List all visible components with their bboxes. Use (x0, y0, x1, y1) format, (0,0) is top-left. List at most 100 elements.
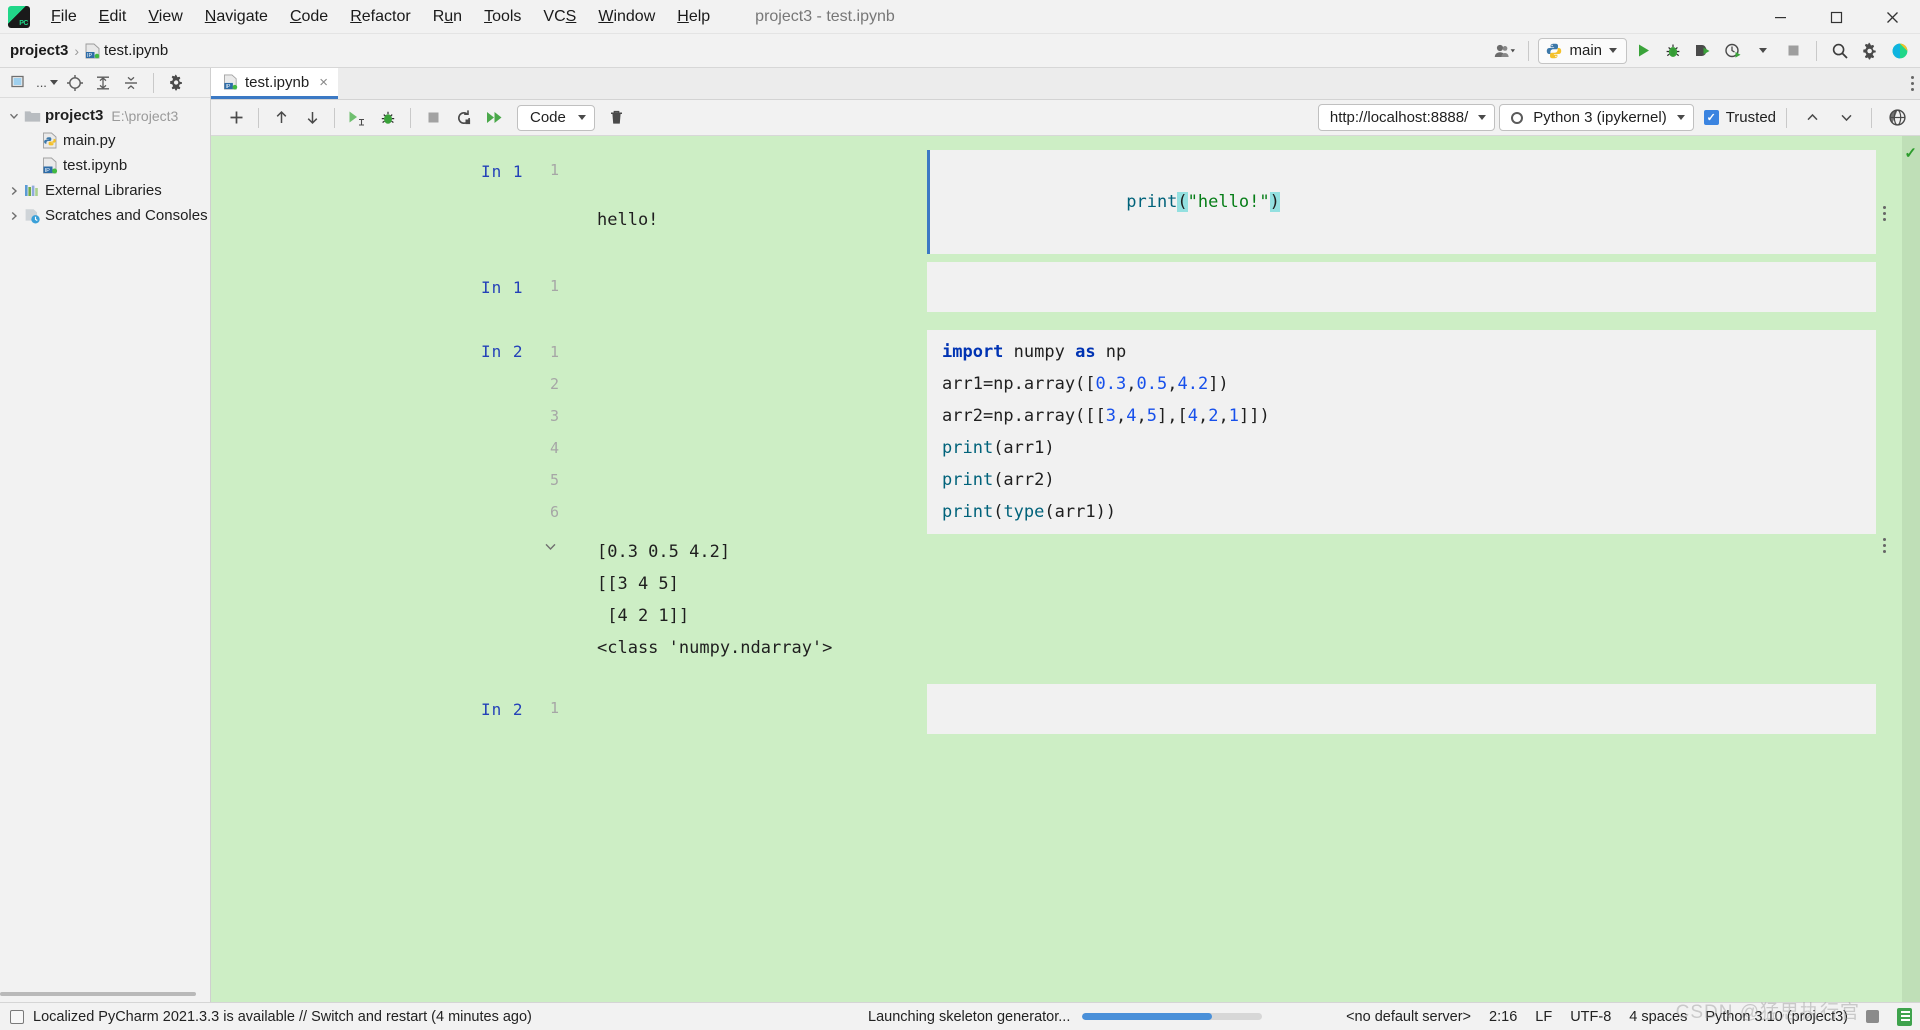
maximize-icon[interactable] (1808, 0, 1864, 34)
chevron-right-icon[interactable] (6, 211, 22, 221)
restart-kernel-icon[interactable] (449, 105, 479, 131)
notebook-canvas[interactable]: ✓ In 1 1 print("hello!") hello! In 1 1 I… (211, 136, 1920, 1002)
status-notification[interactable]: Localized PyCharm 2021.3.3 is available … (10, 1009, 532, 1025)
code-token: 5 (1146, 406, 1158, 426)
line-separator[interactable]: LF (1535, 1009, 1552, 1025)
cell-type-selector[interactable]: Code (517, 104, 595, 131)
search-icon[interactable] (1826, 38, 1854, 64)
indent-setting[interactable]: 4 spaces (1629, 1009, 1687, 1025)
cell-editor[interactable]: import numpy as np arr1=np.array([0.3,0.… (927, 330, 1876, 534)
tree-item-test-ipynb[interactable]: IP test.ipynb (0, 153, 210, 178)
menu-item-edit[interactable]: Edit (88, 4, 138, 30)
code-token: print (942, 502, 994, 522)
notebook-cell[interactable]: In 2 1 2 3 4 5 6 import numpy as np arr1… (211, 330, 1920, 678)
event-log-icon[interactable] (1866, 1010, 1879, 1023)
menu-item-vcs[interactable]: VCS (532, 4, 587, 30)
run-all-cells-icon[interactable] (480, 105, 510, 131)
profile-dropdown-icon[interactable] (1749, 38, 1777, 64)
chevron-right-icon[interactable] (6, 186, 22, 196)
jupyter-server-selector[interactable]: http://localhost:8888/ (1317, 104, 1496, 131)
run-cell-icon[interactable] (342, 105, 372, 131)
editor-options-icon[interactable] (1911, 76, 1914, 91)
tree-item-project3[interactable]: project3 E:\project3 (0, 103, 210, 128)
menu-item-refactor[interactable]: Refactor (339, 4, 421, 30)
menu-item-tools[interactable]: Tools (473, 4, 532, 30)
breadcrumb-project[interactable]: project3 (10, 42, 68, 59)
locate-file-icon[interactable] (62, 71, 88, 95)
output-options-icon[interactable] (1883, 206, 1886, 221)
previous-cell-icon[interactable] (1797, 105, 1827, 131)
cell-editor[interactable] (927, 262, 1876, 312)
tab-test-ipynb[interactable]: IP test.ipynb × (211, 68, 338, 99)
default-server-status[interactable]: <no default server> (1346, 1009, 1471, 1025)
menu-item-navigate[interactable]: Navigate (194, 4, 279, 30)
project-view-dropdown[interactable]: ... (34, 71, 60, 95)
tree-item-external-libraries[interactable]: External Libraries (0, 178, 210, 203)
notebook-cell[interactable]: In 1 1 (211, 262, 1920, 312)
menu-item-help[interactable]: Help (666, 4, 721, 30)
notebook-cell[interactable]: In 2 1 (211, 684, 1920, 734)
kernel-status-icon (1511, 111, 1524, 124)
run-icon[interactable] (1629, 38, 1657, 64)
panel-toolbar-divider (153, 72, 154, 93)
interrupt-kernel-icon[interactable] (418, 105, 448, 131)
run-with-coverage-icon[interactable] (1689, 38, 1717, 64)
notebook-cell[interactable]: In 1 1 print("hello!") hello! (211, 150, 1920, 254)
open-in-browser-globe-icon[interactable] (1882, 105, 1912, 131)
line-number: 1 (549, 699, 559, 717)
panel-settings-gear-icon[interactable] (163, 71, 189, 95)
tree-item-main-py[interactable]: main.py (0, 128, 210, 153)
debug-icon[interactable] (1659, 38, 1687, 64)
code-line: import numpy as np (930, 336, 1876, 368)
libraries-icon (22, 183, 42, 198)
project-panel-scrollbar[interactable] (0, 992, 196, 996)
notification-icon (10, 1009, 24, 1024)
menu-item-code[interactable]: Code (279, 4, 339, 30)
caret-position[interactable]: 2:16 (1489, 1009, 1517, 1025)
expand-all-icon[interactable] (90, 71, 116, 95)
trusted-toggle[interactable]: ✓ Trusted (1703, 109, 1776, 126)
user-account-icon[interactable] (1491, 38, 1519, 64)
python-interpreter[interactable]: Python 3.10 (project3) (1705, 1009, 1848, 1025)
profile-icon[interactable] (1719, 38, 1747, 64)
menu-item-window[interactable]: Window (587, 4, 666, 30)
chevron-down-icon[interactable] (6, 111, 22, 121)
tree-item-scratches[interactable]: Scratches and Consoles (0, 203, 210, 228)
debug-cell-icon[interactable] (373, 105, 403, 131)
file-encoding[interactable]: UTF-8 (1570, 1009, 1611, 1025)
notification-text[interactable]: Localized PyCharm 2021.3.3 is available … (33, 1009, 532, 1025)
menu-item-view[interactable]: View (137, 4, 193, 30)
collapse-all-icon[interactable] (118, 71, 144, 95)
next-cell-icon[interactable] (1831, 105, 1861, 131)
close-icon[interactable] (1864, 0, 1920, 34)
output-options-icon[interactable] (1883, 538, 1886, 553)
close-icon[interactable]: × (319, 74, 328, 91)
ide-feature-icon[interactable] (1886, 38, 1914, 64)
stop-icon[interactable] (1779, 38, 1807, 64)
run-configuration-selector[interactable]: main (1538, 37, 1627, 64)
move-cell-up-icon[interactable] (266, 105, 296, 131)
minimize-icon[interactable] (1752, 0, 1808, 34)
code-token: , (1197, 406, 1209, 426)
delete-cell-icon[interactable] (602, 105, 632, 131)
code-token: 2 (1208, 406, 1219, 426)
move-cell-down-icon[interactable] (297, 105, 327, 131)
breadcrumb-file[interactable]: test.ipynb (104, 42, 168, 59)
line-number: 1 (549, 161, 559, 179)
memory-indicator-icon[interactable] (1897, 1007, 1912, 1026)
jupyter-server-url: http://localhost:8888/ (1329, 109, 1469, 126)
svg-text:IP: IP (87, 53, 92, 59)
collapse-output-icon[interactable] (544, 540, 557, 553)
menu-item-run[interactable]: Run (422, 4, 473, 30)
gear-icon[interactable] (1856, 38, 1884, 64)
add-cell-icon[interactable] (221, 105, 251, 131)
kernel-selector[interactable]: Python 3 (ipykernel) (1499, 104, 1694, 131)
output-line: <class 'numpy.ndarray'> (597, 638, 833, 658)
cell-editor[interactable] (927, 684, 1876, 734)
tab-label: test.ipynb (245, 73, 310, 91)
project-view-selector[interactable] (6, 71, 32, 95)
code-token: , (1167, 374, 1178, 394)
trusted-checkbox[interactable]: ✓ (1703, 110, 1719, 125)
menu-item-file[interactable]: File (40, 4, 88, 30)
code-token: , (1116, 406, 1127, 426)
